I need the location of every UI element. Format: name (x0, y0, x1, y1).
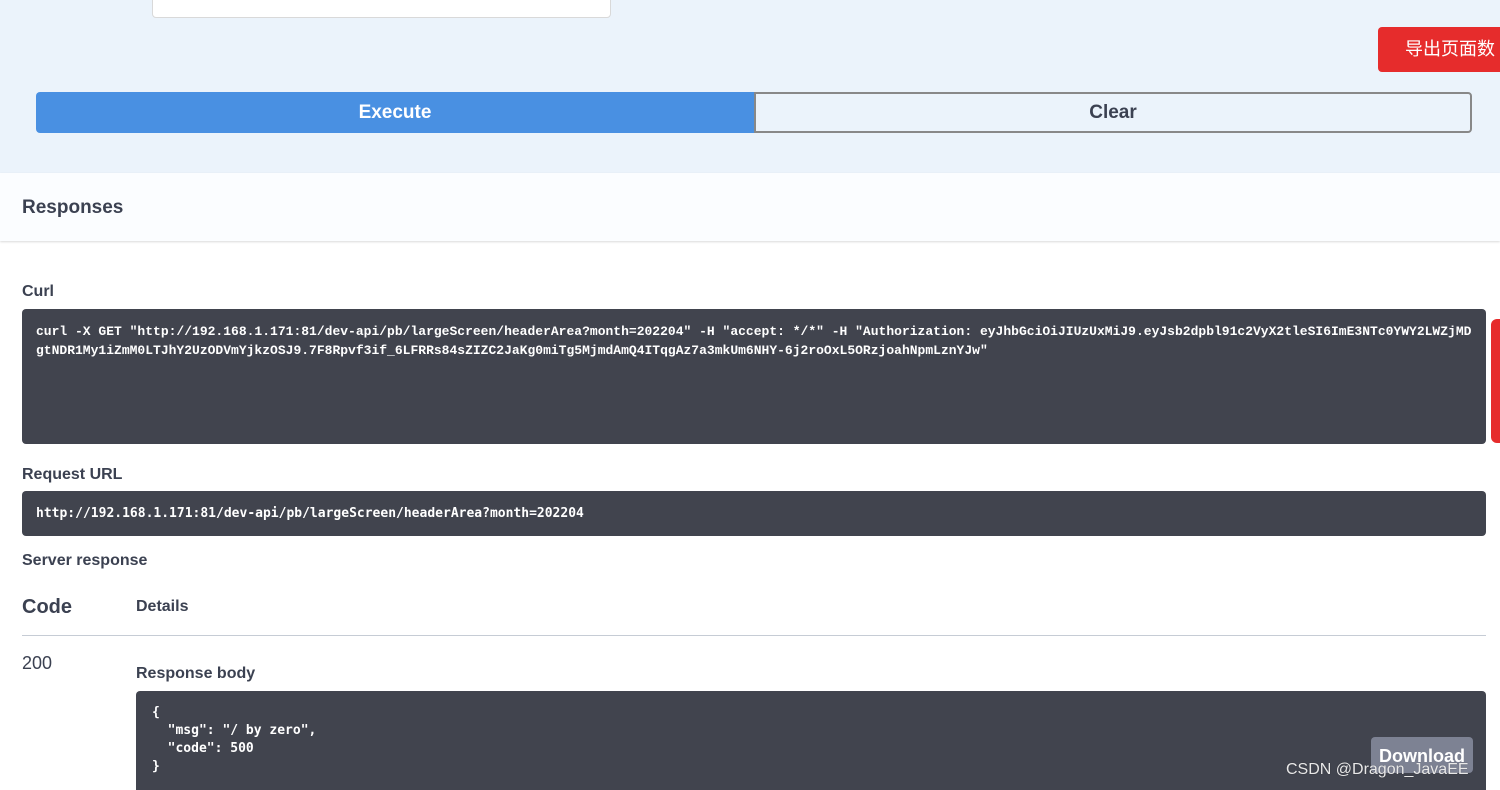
side-tab[interactable] (1491, 319, 1500, 443)
csdn-watermark: CSDN @Dragon_JavaEE (1286, 761, 1469, 778)
curl-label: Curl (22, 283, 54, 300)
response-body-line: "code": 500 (152, 741, 254, 756)
column-header-code: Code (22, 596, 72, 618)
request-url-label: Request URL (22, 466, 123, 483)
execute-area: 导出页面数 Execute Clear (0, 0, 1500, 173)
responses-title: Responses (22, 197, 124, 218)
responses-header: Responses (0, 173, 1500, 241)
response-body-line: } (152, 759, 160, 774)
response-status-code: 200 (22, 653, 53, 673)
response-body-label: Response body (136, 665, 256, 682)
execute-button[interactable]: Execute (36, 92, 754, 133)
column-header-details: Details (136, 598, 189, 615)
response-body-line: { (152, 705, 160, 720)
clear-button[interactable]: Clear (754, 92, 1472, 133)
export-page-data-button[interactable]: 导出页面数 (1378, 27, 1500, 72)
server-response-label: Server response (22, 552, 148, 569)
curl-command-text: curl -X GET "http://192.168.1.171:81/dev… (36, 324, 1472, 358)
curl-command-box[interactable]: curl -X GET "http://192.168.1.171:81/dev… (22, 309, 1486, 444)
table-divider (22, 635, 1486, 636)
response-body-line: "msg": "/ by zero", (152, 723, 317, 738)
execute-clear-group: Execute Clear (36, 92, 1472, 133)
request-url-box[interactable]: http://192.168.1.171:81/dev-api/pb/large… (22, 491, 1486, 536)
parameter-input[interactable] (152, 0, 611, 18)
response-body-box[interactable]: { "msg": "/ by zero", "code": 500 } (136, 691, 1486, 790)
